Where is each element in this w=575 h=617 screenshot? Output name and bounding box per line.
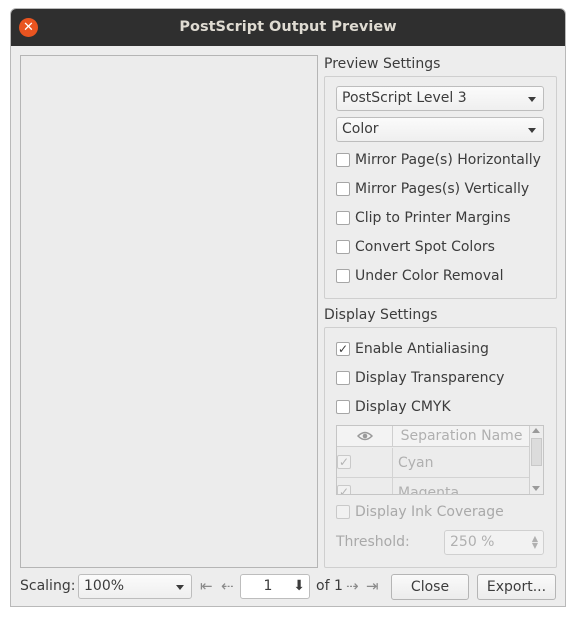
scroll-thumb[interactable] (531, 438, 542, 466)
checkbox-label: Mirror Pages(s) Vertically (355, 181, 530, 197)
page-dropdown-arrow-icon[interactable]: ⬇ (293, 575, 305, 598)
scaling-value: 100% (84, 578, 125, 594)
chevron-down-icon (528, 128, 536, 133)
checkbox-label: Display Ink Coverage (355, 504, 504, 520)
checkbox-box[interactable]: ✓ (336, 342, 350, 356)
page-preview-canvas[interactable] (20, 55, 318, 568)
separations-table[interactable]: Separation Name ✓ Cyan ✓ Magenta (336, 425, 544, 495)
checkbox-label: Under Color Removal (355, 268, 504, 284)
checkbox-box[interactable] (336, 182, 350, 196)
threshold-label: Threshold: (336, 534, 410, 550)
checkbox-label: Convert Spot Colors (355, 239, 495, 255)
separation-name: Cyan (398, 455, 434, 471)
postscript-level-select[interactable]: PostScript Level 3 (336, 86, 544, 111)
visibility-column-header[interactable] (337, 426, 393, 447)
checkbox-label: Display Transparency (355, 370, 505, 386)
table-row[interactable]: ✓ Cyan (337, 448, 530, 478)
checkbox-label: Display CMYK (355, 399, 451, 415)
postscript-level-value: PostScript Level 3 (342, 90, 467, 106)
first-page-icon[interactable]: ⇤ (200, 577, 213, 595)
scroll-up-icon[interactable] (532, 428, 540, 433)
visibility-cell: ✓ (337, 448, 393, 478)
export-button[interactable]: Export... (477, 574, 556, 600)
scroll-down-icon[interactable] (532, 486, 540, 491)
display-settings-title: Display Settings (324, 307, 438, 323)
chevron-down-icon (528, 97, 536, 102)
checkbox-box[interactable] (336, 400, 350, 414)
checkbox-box[interactable] (336, 240, 350, 254)
table-scrollbar[interactable] (529, 426, 543, 494)
color-mode-select[interactable]: Color (336, 117, 544, 142)
checkbox-box[interactable] (336, 153, 350, 167)
title-bar: ✕ PostScript Output Preview (11, 9, 565, 46)
color-mode-value: Color (342, 121, 379, 137)
close-button[interactable]: Close (391, 574, 469, 600)
threshold-value: 250 % (450, 534, 495, 550)
separation-name-header[interactable]: Separation Name (393, 426, 530, 447)
checkbox-box[interactable] (336, 211, 350, 225)
scaling-select[interactable]: 100% (78, 574, 192, 599)
threshold-spinbox[interactable]: 250 % ▲ ▼ (444, 530, 544, 555)
checkbox-label: Clip to Printer Margins (355, 210, 511, 226)
page-number-value: 1 (263, 578, 273, 594)
checkbox-label: Enable Antialiasing (355, 341, 489, 357)
table-row[interactable]: ✓ Magenta (337, 478, 530, 495)
spin-arrows-icon[interactable]: ▲ ▼ (532, 535, 538, 550)
window-title: PostScript Output Preview (179, 19, 397, 35)
last-page-icon[interactable]: ⇥ (366, 577, 379, 595)
page-number-field[interactable]: 1 ⬇ (240, 574, 310, 599)
checkbox-box[interactable]: ✓ (337, 485, 351, 494)
chevron-down-icon (176, 585, 184, 590)
separation-name: Magenta (398, 485, 460, 495)
checkbox-box[interactable] (336, 269, 350, 283)
eye-icon (356, 431, 373, 441)
preview-dialog: ✕ PostScript Output Preview Preview Sett… (10, 8, 566, 607)
checkbox-label: Mirror Page(s) Horizontally (355, 152, 541, 168)
previous-page-icon[interactable]: ⇠ (221, 577, 234, 595)
preview-settings-title: Preview Settings (324, 56, 441, 72)
checkbox-box[interactable]: ✓ (337, 455, 351, 469)
scaling-label: Scaling: (20, 578, 76, 594)
visibility-cell: ✓ (337, 478, 393, 494)
checkbox-box[interactable] (336, 505, 350, 519)
checkbox-box[interactable] (336, 371, 350, 385)
next-page-icon[interactable]: ⇢ (346, 577, 359, 595)
page-count-label: of 1 (316, 578, 343, 594)
